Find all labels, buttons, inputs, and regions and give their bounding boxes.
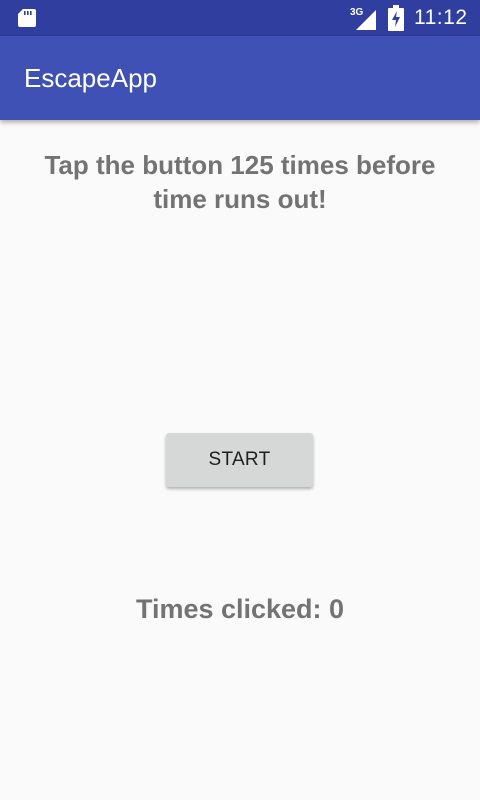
clock: 11:12 — [414, 6, 468, 29]
status-bar: 3G 11:12 — [0, 0, 480, 36]
click-counter: Times clicked: 0 — [135, 594, 345, 624]
signal-3g-icon: 3G — [350, 7, 376, 30]
instruction-text: Tap the button 125 times before time run… — [44, 150, 436, 214]
network-label: 3G — [350, 7, 364, 18]
battery-charging-icon — [388, 5, 404, 31]
sd-card-icon — [18, 9, 36, 27]
app-title: EscapeApp — [24, 63, 157, 93]
app-bar: EscapeApp — [0, 36, 480, 120]
start-button[interactable]: START — [166, 433, 313, 487]
